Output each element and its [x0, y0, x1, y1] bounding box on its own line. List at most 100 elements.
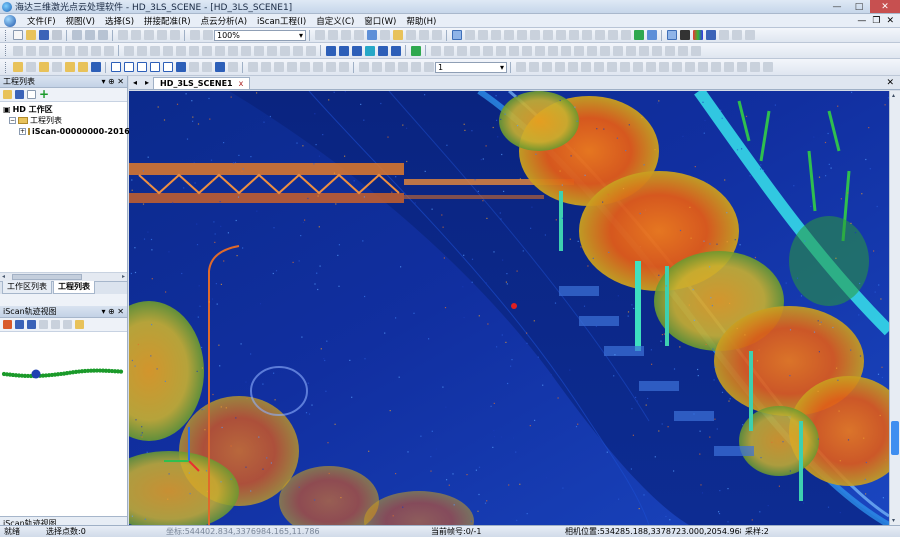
panorama-icon[interactable]	[325, 62, 336, 72]
dem-icon[interactable]	[560, 45, 571, 56]
toolbar-grip[interactable]	[5, 61, 8, 73]
panel-pin-controls[interactable]: ▾ ⊕ ✕	[101, 77, 127, 86]
redo-icon[interactable]	[143, 30, 154, 40]
split-view-icon[interactable]	[162, 62, 173, 72]
lock-icon[interactable]	[541, 62, 552, 72]
tab-hd-3ls-scene1[interactable]: HD_3LS_SCENE1 x	[153, 77, 251, 89]
scrollbar-thumb[interactable]	[891, 421, 899, 455]
trajectory-icon[interactable]	[247, 62, 258, 72]
arrow-up-icon[interactable]	[723, 62, 734, 72]
menu-registration[interactable]: 拼接配准(R)	[139, 15, 196, 27]
viewport-icon[interactable]	[136, 62, 147, 72]
person-icon[interactable]	[620, 30, 631, 40]
volume-icon[interactable]	[534, 45, 545, 56]
section-icon[interactable]	[529, 30, 540, 40]
layer-icon[interactable]	[379, 30, 390, 40]
curb-icon[interactable]	[638, 45, 649, 56]
prev-frame-icon[interactable]	[371, 62, 382, 72]
menu-view[interactable]: 视图(V)	[61, 15, 100, 27]
road-icon[interactable]	[625, 45, 636, 56]
profile-icon[interactable]	[547, 45, 558, 56]
torus-icon[interactable]	[508, 45, 519, 56]
classify-icon[interactable]	[586, 45, 597, 56]
cube-left-icon[interactable]	[568, 30, 579, 40]
fence-icon[interactable]	[503, 30, 514, 40]
menu-analysis[interactable]: 点云分析(A)	[196, 15, 252, 27]
export-image-icon[interactable]	[528, 62, 539, 72]
mesh-icon[interactable]	[443, 45, 454, 56]
link-icon[interactable]	[12, 45, 23, 56]
menu-file[interactable]: 文件(F)	[22, 15, 61, 27]
cube-bottom-icon[interactable]	[607, 30, 618, 40]
zoom-fit-icon[interactable]	[189, 30, 200, 40]
measure-icon[interactable]	[314, 30, 325, 40]
collapse-icon[interactable]: −	[9, 117, 16, 124]
menu-select[interactable]: 选择(S)	[100, 15, 139, 27]
menu-customize[interactable]: 自定义(C)	[311, 15, 359, 27]
tin-icon[interactable]	[573, 45, 584, 56]
trajectory-view[interactable]	[0, 332, 127, 516]
y-filter-icon[interactable]	[410, 45, 421, 56]
pen-icon[interactable]	[188, 62, 199, 72]
track-panel-pin-controls[interactable]: ▾ ⊕ ✕	[101, 307, 127, 316]
scale-icon[interactable]	[51, 45, 62, 56]
copy-icon[interactable]	[84, 30, 95, 40]
refresh-icon[interactable]	[156, 30, 167, 40]
track-back-icon[interactable]	[75, 320, 84, 329]
toolbar-grip[interactable]	[5, 45, 8, 56]
mdi-minimize-button[interactable]: —	[857, 16, 866, 26]
expand-icon[interactable]	[390, 45, 401, 56]
add-icon[interactable]: +	[39, 88, 49, 100]
ellipse-icon[interactable]	[64, 62, 75, 72]
menu-iscan-project[interactable]: iScan工程(I)	[252, 15, 311, 27]
unlink-icon[interactable]	[25, 45, 36, 56]
close-tab-icon[interactable]: x	[239, 79, 244, 88]
calibrate-icon[interactable]	[299, 62, 310, 72]
tree-root[interactable]: ▣ HD 工作区	[3, 104, 124, 115]
grid-icon[interactable]	[366, 30, 377, 40]
home-icon[interactable]	[749, 62, 760, 72]
box-select-icon[interactable]	[490, 30, 501, 40]
light-icon[interactable]	[392, 30, 403, 40]
menu-window[interactable]: 窗口(W)	[359, 15, 401, 27]
zoom-select[interactable]: 100% ▾	[214, 29, 306, 41]
import-icon[interactable]	[123, 45, 134, 56]
arc-icon[interactable]	[292, 45, 303, 56]
arrow-right-icon[interactable]	[710, 62, 721, 72]
undo-icon[interactable]	[130, 30, 141, 40]
z-axis-icon[interactable]	[666, 30, 677, 40]
split-icon[interactable]	[175, 45, 186, 56]
tree-icon[interactable]	[633, 30, 644, 40]
polygon-icon[interactable]	[266, 45, 277, 56]
frame-alt-icon[interactable]	[123, 62, 134, 72]
cube-top-icon[interactable]	[594, 30, 605, 40]
note-icon[interactable]	[606, 62, 617, 72]
imu-icon[interactable]	[273, 62, 284, 72]
north-icon[interactable]	[645, 62, 656, 72]
track-pan-icon[interactable]	[39, 320, 48, 329]
ruler-icon[interactable]	[51, 62, 62, 72]
y-axis-icon[interactable]	[731, 30, 742, 40]
search-icon[interactable]	[305, 45, 316, 56]
point-cloud-viewport[interactable]	[129, 91, 889, 525]
view-icon[interactable]	[90, 62, 101, 72]
close-document-icon[interactable]: ✕	[886, 78, 900, 88]
filter-icon[interactable]	[149, 45, 160, 56]
scroll-up-icon[interactable]: ▴	[892, 92, 895, 99]
building-icon[interactable]	[612, 45, 623, 56]
new-project-icon[interactable]	[27, 90, 36, 99]
sign-icon[interactable]	[664, 45, 675, 56]
tab-workspace-list[interactable]: 工作区列表	[2, 280, 52, 294]
menu-help[interactable]: 帮助(H)	[401, 15, 441, 27]
smiley-icon[interactable]	[77, 62, 88, 72]
tab-project-list[interactable]: 工程列表	[53, 280, 95, 294]
select-arrow-icon[interactable]	[451, 30, 462, 40]
snapshot-icon[interactable]	[175, 62, 186, 72]
track-select-icon[interactable]	[3, 320, 12, 329]
transform-icon[interactable]	[364, 45, 375, 56]
last-frame-icon[interactable]	[410, 62, 421, 72]
align-icon[interactable]	[77, 45, 88, 56]
print-layout-icon[interactable]	[684, 62, 695, 72]
track-fit-icon[interactable]	[51, 320, 60, 329]
mark-icon[interactable]	[580, 62, 591, 72]
